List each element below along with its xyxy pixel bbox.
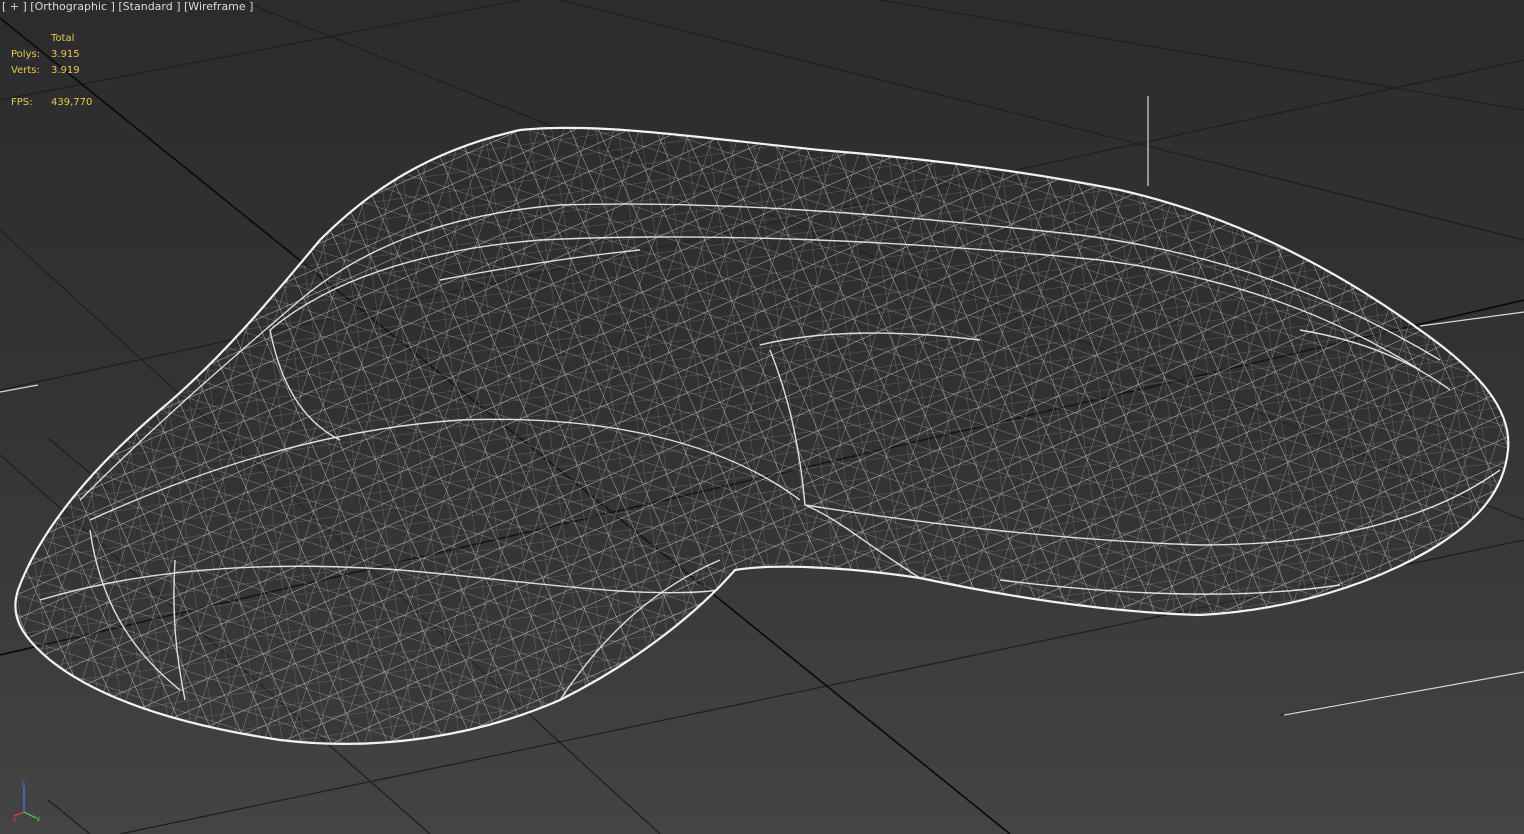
viewport-point-of-view[interactable]: [Orthographic ]	[30, 0, 115, 13]
y-axis-line	[23, 811, 37, 819]
viewport-label-menu[interactable]: [ + ] [Orthographic ] [Standard ] [Wiref…	[2, 0, 253, 14]
x-axis-label: x	[12, 815, 17, 822]
z-axis-label: z	[21, 779, 25, 788]
fps-value: 439,770	[51, 97, 93, 108]
axis-tripod-icon: z x y	[12, 779, 41, 822]
viewport-render-mode[interactable]: [Wireframe ]	[184, 0, 253, 13]
verts-value: 3.919	[51, 65, 80, 76]
stats-header: Total	[51, 33, 75, 44]
scene-canvas[interactable]	[0, 0, 1524, 834]
polys-label: Polys:	[11, 49, 41, 60]
polys-value: 3.915	[51, 49, 80, 60]
verts-label: Verts:	[11, 65, 40, 76]
orthographic-viewport[interactable]: [ + ] [Orthographic ] [Standard ] [Wiref…	[0, 0, 1524, 834]
y-axis-label: y	[36, 814, 41, 822]
fps-label: FPS:	[11, 97, 33, 108]
viewport-menu-plus[interactable]: [ + ]	[2, 0, 27, 13]
viewport-shading-preset[interactable]: [Standard ]	[118, 0, 180, 13]
wireframe-mesh[interactable]	[0, 100, 1524, 800]
